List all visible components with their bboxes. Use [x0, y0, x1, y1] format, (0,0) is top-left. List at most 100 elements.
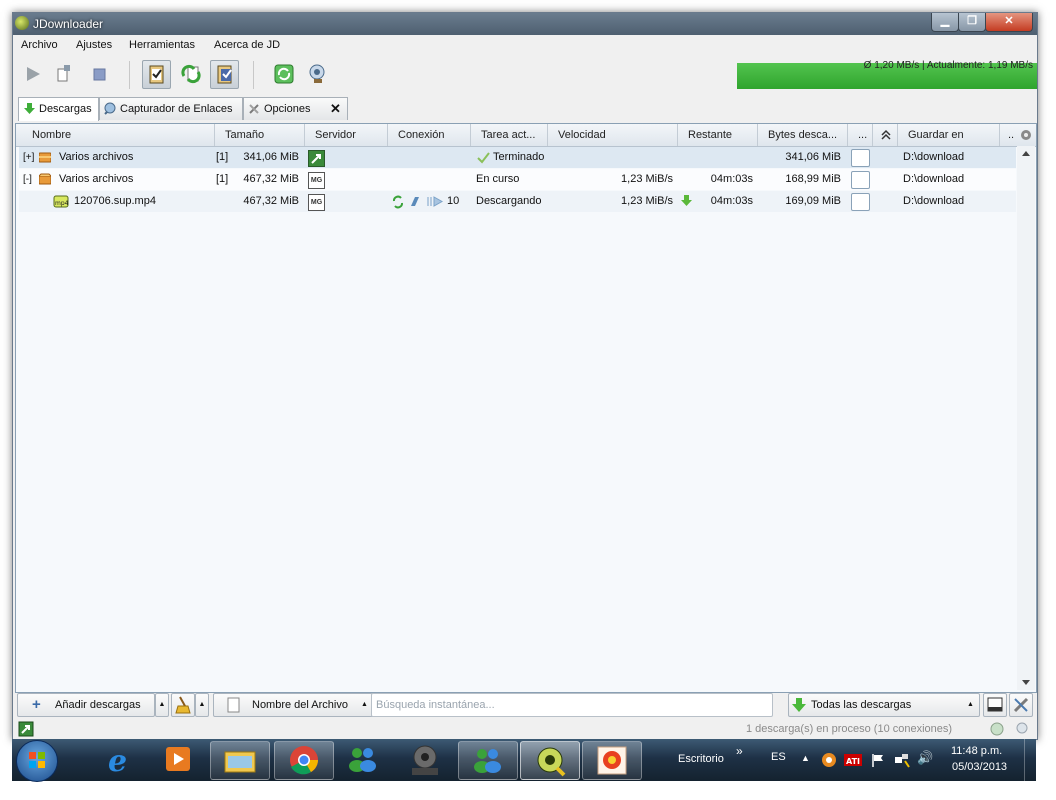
- col-conexion[interactable]: Conexión: [388, 124, 471, 146]
- col-more[interactable]: ..: [1000, 124, 1017, 146]
- col-tamano[interactable]: Tamaño: [215, 124, 305, 146]
- plus-icon: +: [32, 696, 41, 713]
- clock-time[interactable]: 11:48 p.m.: [951, 745, 1002, 757]
- package-icon: [38, 147, 52, 168]
- taskbar-explorer[interactable]: [210, 741, 270, 780]
- menu-archivo[interactable]: Archivo: [21, 39, 58, 51]
- settings-button[interactable]: [1009, 693, 1033, 717]
- size-value: 467,32 MiB: [243, 195, 299, 207]
- internet-explorer-icon: e: [108, 744, 127, 779]
- progress-box: [851, 149, 870, 167]
- action-center-flag-icon[interactable]: [870, 752, 886, 768]
- col-nombre[interactable]: Nombre: [20, 124, 215, 146]
- table-row[interactable]: [-] Varios archivos [1] 467,32 MiB MG En…: [19, 169, 1016, 190]
- save-path: D:\download: [903, 195, 965, 207]
- play-icon[interactable]: [19, 60, 47, 88]
- close-tab-icon[interactable]: ✕: [330, 98, 341, 120]
- stop-after-icon[interactable]: [49, 60, 77, 88]
- show-hidden-icons[interactable]: ▲: [801, 753, 810, 763]
- volume-icon[interactable]: 🔊: [917, 750, 933, 766]
- connections-icon: [427, 191, 445, 212]
- movie-maker-icon: [412, 745, 438, 775]
- show-desktop-button[interactable]: [1024, 739, 1037, 781]
- taskbar-media-player[interactable]: [150, 741, 208, 778]
- menu-herramientas[interactable]: Herramientas: [129, 39, 195, 51]
- view-selector[interactable]: Todas las descargas ▲: [788, 693, 980, 717]
- irfanview-icon: [597, 746, 627, 775]
- restore-button[interactable]: ❐: [958, 13, 986, 32]
- table-row[interactable]: mp4 120706.sup.mp4 467,32 MiB MG 10 Desc…: [19, 191, 1016, 212]
- premium-status-icon[interactable]: [1014, 721, 1030, 737]
- cleanup-button[interactable]: [171, 693, 195, 717]
- start-button[interactable]: [16, 740, 58, 782]
- expand-toggle[interactable]: [+]: [23, 147, 34, 168]
- taskbar-ie[interactable]: e: [90, 741, 148, 779]
- taskbar-movie-maker[interactable]: [396, 741, 454, 778]
- save-path: D:\download: [903, 151, 965, 163]
- clock-date[interactable]: 05/03/2013: [952, 761, 1007, 773]
- windows-logo-icon: [29, 752, 45, 768]
- menu-ajustes[interactable]: Ajustes: [76, 39, 112, 51]
- title-bar[interactable]: JDownloader ▁ ❐ ✕: [13, 13, 1037, 35]
- tab-descargas[interactable]: Descargas: [18, 97, 99, 121]
- col-progress[interactable]: ...: [848, 124, 873, 146]
- col-guardar[interactable]: Guardar en: [898, 124, 1000, 146]
- taskbar-irfanview[interactable]: [582, 741, 642, 780]
- reconnect-status-icon[interactable]: [989, 721, 1005, 737]
- media-player-icon: [166, 747, 190, 771]
- taskbar-chrome[interactable]: [274, 741, 334, 780]
- document-icon: [227, 697, 240, 713]
- minimize-button[interactable]: ▁: [931, 13, 959, 32]
- taskbar-messenger-2[interactable]: [458, 741, 518, 780]
- search-field-selector[interactable]: Nombre del Archivo ▲: [213, 693, 375, 717]
- add-menu-arrow[interactable]: ▲: [155, 693, 169, 717]
- close-button[interactable]: ✕: [985, 13, 1033, 32]
- ati-icon[interactable]: ATI: [844, 752, 864, 768]
- tab-opciones[interactable]: Opciones ✕: [243, 97, 348, 120]
- table-header: Nombre Tamaño Servidor Conexión Tarea ac…: [16, 124, 1036, 147]
- table-row[interactable]: [+] Varios archivos [1] 341,06 MiB Termi…: [19, 147, 1016, 168]
- chevron-up-icon: ▲: [967, 701, 974, 708]
- col-tarea[interactable]: Tarea act...: [471, 124, 548, 146]
- add-downloads-button[interactable]: + Añadir descargas: [17, 693, 155, 717]
- col-restante[interactable]: Restante: [678, 124, 758, 146]
- svg-text:e: e: [108, 744, 127, 778]
- tray-app-icon[interactable]: [821, 752, 837, 768]
- megaupload-icon: MG: [308, 194, 325, 211]
- package-open-icon: [38, 169, 52, 190]
- col-bytes[interactable]: Bytes desca...: [758, 124, 848, 146]
- premium-icon[interactable]: [210, 60, 239, 89]
- priority-icon: [881, 129, 891, 140]
- messenger-icon: [349, 748, 376, 772]
- menu-acerca[interactable]: Acerca de JD: [214, 39, 280, 51]
- language-indicator[interactable]: ES: [771, 751, 786, 763]
- search-input[interactable]: Búsqueda instantánea...: [371, 693, 773, 717]
- cleanup-menu-arrow[interactable]: ▲: [195, 693, 209, 717]
- vertical-scrollbar[interactable]: [1017, 146, 1035, 690]
- desktop-toolbar-label[interactable]: Escritorio: [678, 753, 724, 765]
- jd-update-icon[interactable]: [18, 721, 34, 737]
- chrome-icon: [290, 746, 318, 775]
- expand-toggle[interactable]: [-]: [23, 169, 32, 190]
- scroll-up-icon[interactable]: [1017, 146, 1035, 160]
- stop-icon[interactable]: [85, 60, 113, 88]
- mp4-file-icon: mp4: [53, 191, 69, 212]
- update-icon[interactable]: [270, 60, 298, 88]
- bottom-panel-button[interactable]: [983, 693, 1007, 717]
- clipboard-observe-icon[interactable]: [142, 60, 171, 89]
- reconnect-icon[interactable]: [177, 60, 205, 88]
- download-arrow-icon: [792, 698, 806, 712]
- chevron-right-icon[interactable]: »: [736, 744, 743, 758]
- taskbar-jdownloader[interactable]: [520, 741, 580, 780]
- hoster-icon: [308, 150, 325, 167]
- taskbar-messenger[interactable]: [334, 741, 392, 778]
- network-icon[interactable]: [893, 752, 911, 768]
- col-priority[interactable]: [873, 124, 898, 146]
- col-servidor[interactable]: Servidor: [305, 124, 388, 146]
- column-settings-icon[interactable]: [1018, 127, 1034, 143]
- plugin-icon[interactable]: [304, 60, 332, 88]
- col-velocidad[interactable]: Velocidad: [548, 124, 678, 146]
- scroll-down-icon[interactable]: [1017, 676, 1035, 690]
- tab-capturador[interactable]: Capturador de Enlaces: [99, 97, 243, 120]
- messenger-icon: [474, 749, 501, 773]
